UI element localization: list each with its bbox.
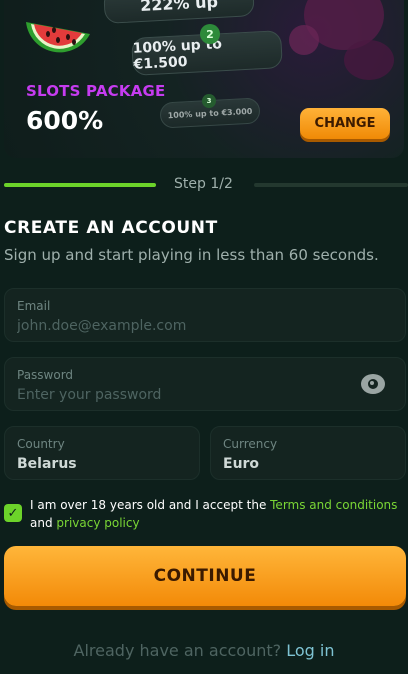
login-prompt-text: Already have an account? (73, 641, 287, 660)
page-title: CREATE AN ACCOUNT (4, 218, 218, 238)
step-progress: Step 1/2 (4, 175, 408, 195)
promo-banner: 222% up 100% up to €1.500 2 100% up to €… (4, 0, 404, 158)
currency-select[interactable]: Currency Euro (210, 426, 406, 480)
page-subtitle: Sign up and start playing in less than 6… (4, 246, 379, 264)
country-select[interactable]: Country Belarus (4, 426, 200, 480)
step-indicator: Step 1/2 (174, 176, 233, 192)
country-label: Country (17, 437, 65, 451)
checkmark-icon: ✓ (7, 505, 19, 521)
email-label: Email (17, 299, 51, 313)
email-field[interactable]: Email (4, 288, 406, 342)
country-value: Belarus (17, 456, 77, 472)
eye-icon[interactable] (361, 374, 385, 394)
terms-and: and (30, 516, 57, 530)
bonus-pill-step1: 222% up (103, 0, 255, 24)
progress-bar-completed (4, 183, 156, 187)
terms-link[interactable]: Terms and conditions (270, 498, 397, 512)
privacy-link[interactable]: privacy policy (56, 516, 139, 530)
watermelon-icon (26, 22, 90, 53)
continue-button[interactable]: CONTINUE (4, 546, 406, 606)
email-input[interactable] (17, 318, 357, 334)
login-prompt: Already have an account? Log in (0, 641, 408, 660)
password-field[interactable]: Password (4, 357, 406, 411)
password-label: Password (17, 368, 74, 382)
bonus-step-badge: 3 (202, 94, 216, 108)
terms-checkbox[interactable]: ✓ (4, 504, 22, 522)
password-input[interactable] (17, 387, 357, 403)
bonus-step-badge: 2 (200, 24, 220, 44)
login-link[interactable]: Log in (286, 641, 334, 660)
terms-text: I am over 18 years old and I accept the … (30, 496, 402, 532)
package-value: 600% (26, 106, 104, 135)
progress-bar-remaining (254, 183, 408, 187)
flower-decoration (289, 25, 319, 55)
package-label: SLOTS PACKAGE (26, 82, 166, 100)
change-package-button[interactable]: CHANGE (300, 108, 390, 139)
currency-value: Euro (223, 456, 260, 472)
currency-label: Currency (223, 437, 278, 451)
flower-decoration (344, 40, 394, 80)
terms-prefix: I am over 18 years old and I accept the (30, 498, 271, 512)
